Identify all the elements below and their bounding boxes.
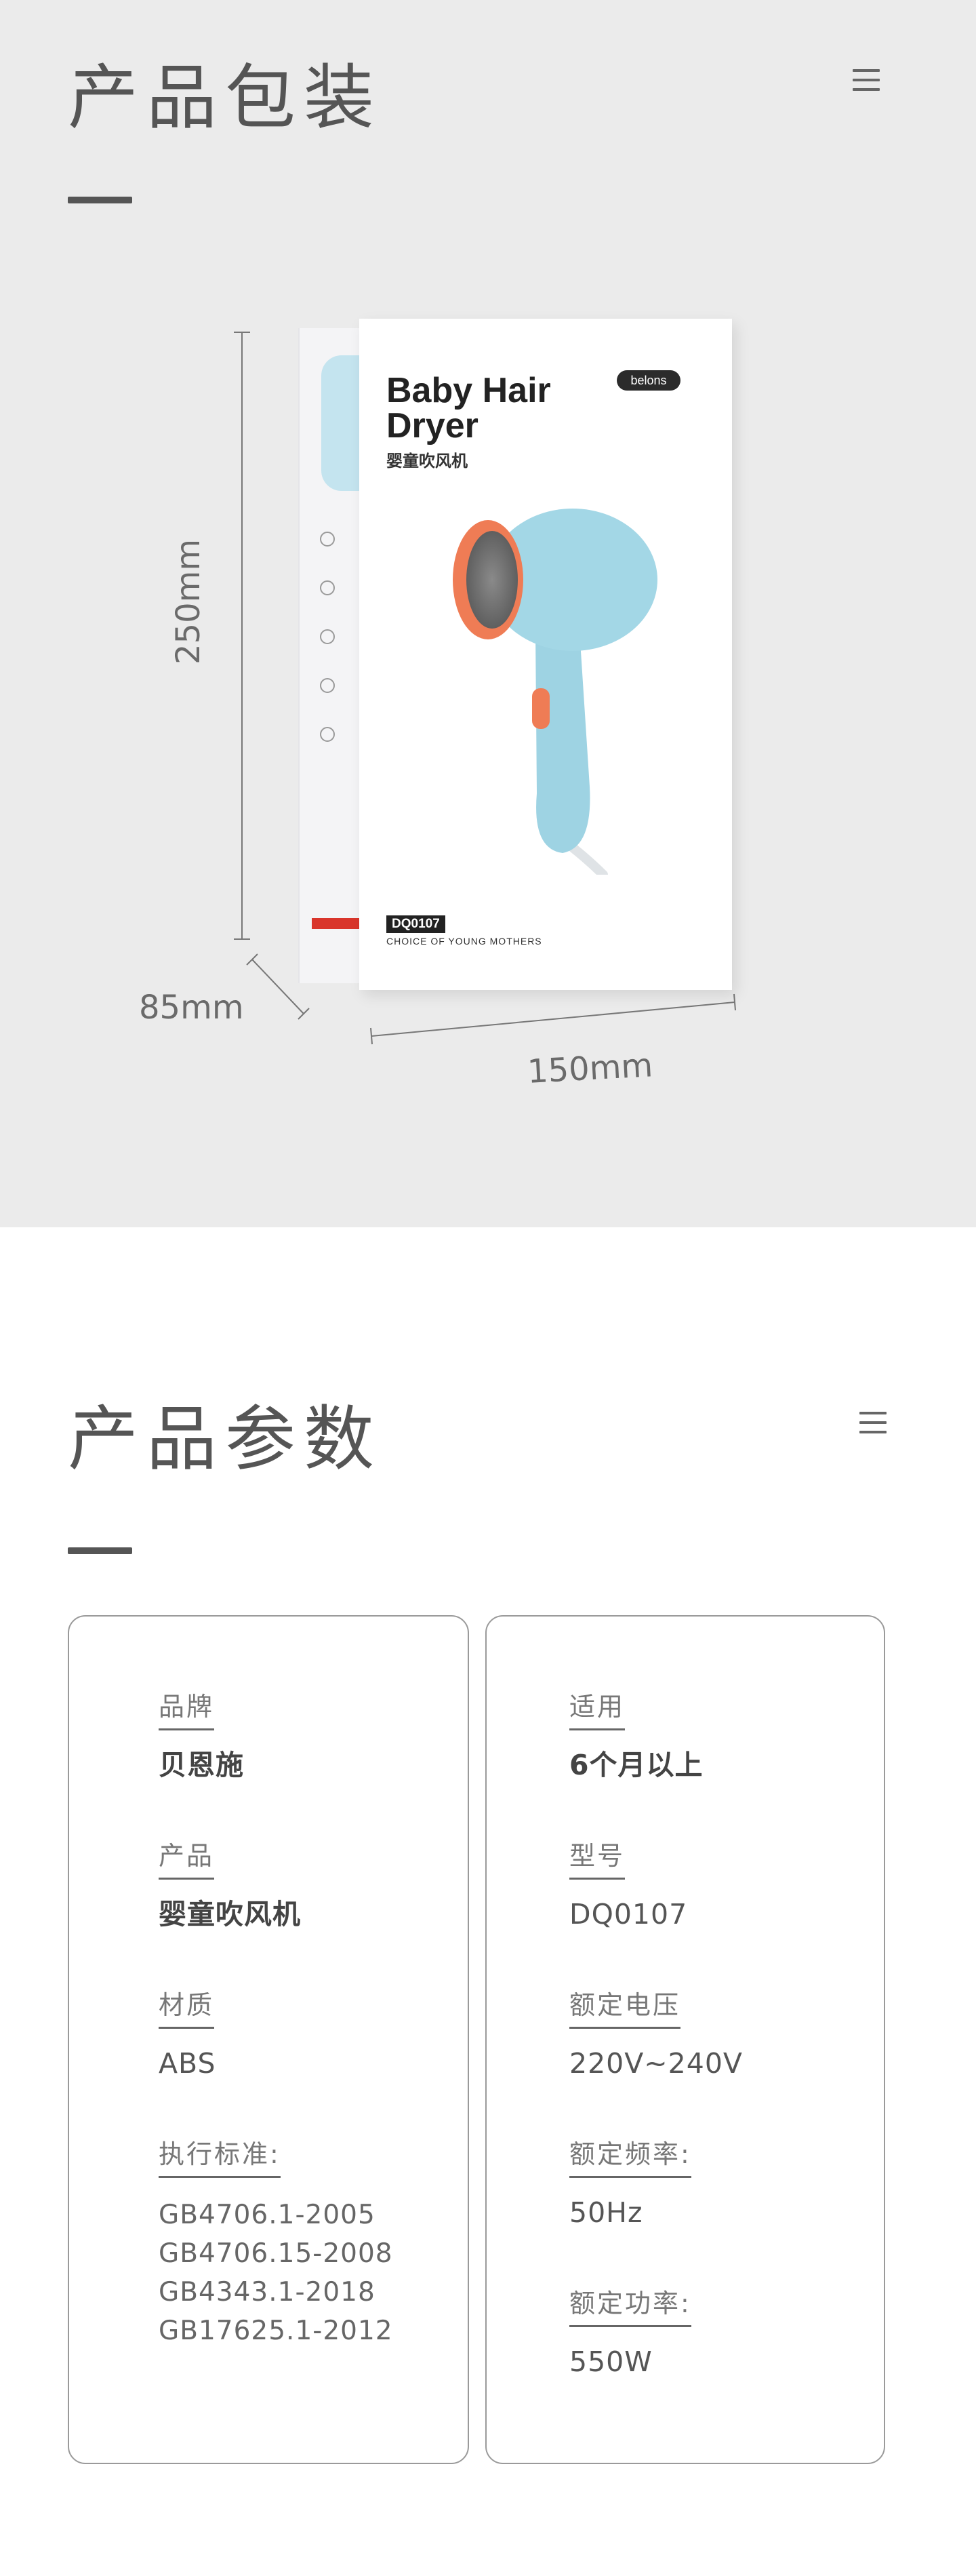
param-brand: 品牌 贝恩施 bbox=[159, 1686, 244, 1785]
box-front-panel: Baby Hair Dryer 婴童吹风机 belons DQ0107 CHOI… bbox=[359, 319, 732, 990]
param-label: 额定电压 bbox=[569, 1984, 681, 2029]
param-label: 适用 bbox=[569, 1686, 626, 1730]
box-side-icons bbox=[313, 532, 354, 776]
param-frequency: 额定频率: 50Hz bbox=[569, 2133, 691, 2232]
dimension-depth: 85mm bbox=[139, 989, 244, 1027]
param-label: 型号 bbox=[569, 1835, 626, 1880]
param-age: 适用 6个月以上 bbox=[569, 1686, 704, 1785]
param-product: 产品 婴童吹风机 bbox=[159, 1835, 301, 1934]
brand-logo: belons bbox=[617, 370, 680, 391]
param-value: 6个月以上 bbox=[569, 1749, 704, 1781]
param-label: 执行标准: bbox=[159, 2133, 281, 2178]
menu-icon[interactable] bbox=[859, 1412, 887, 1436]
param-value: 50Hz bbox=[569, 2196, 643, 2229]
param-model: 型号 DQ0107 bbox=[569, 1835, 687, 1934]
param-value: 550W bbox=[569, 2345, 653, 2378]
param-voltage: 额定电压 220V~240V bbox=[569, 1984, 743, 2083]
standards-list: GB4706.1-2005 GB4706.15-2008 GB4343.1-20… bbox=[159, 2196, 393, 2350]
params-card-left: 品牌 贝恩施 产品 婴童吹风机 材质 ABS 执行标准: GB4706.1-20… bbox=[68, 1615, 469, 2464]
param-material: 材质 ABS bbox=[159, 1984, 216, 2083]
box-title: Baby Hair Dryer bbox=[386, 371, 551, 445]
box-slogan: CHOICE OF YOUNG MOTHERS bbox=[386, 936, 542, 947]
standard-item: GB4343.1-2018 bbox=[159, 2277, 375, 2307]
model-badge: DQ0107 bbox=[386, 915, 445, 933]
parameters-section: 产品参数 品牌 贝恩施 产品 婴童吹风机 材质 ABS 执行标准: GB4706… bbox=[0, 1227, 976, 2576]
param-power: 额定功率: 550W bbox=[569, 2282, 691, 2381]
dimension-width: 150mm bbox=[526, 1046, 654, 1091]
param-value: ABS bbox=[159, 2047, 216, 2080]
product-box-image: Baby Hair Dryer 婴童吹风机 belons DQ0107 CHOI… bbox=[298, 319, 732, 990]
dimension-height: 250mm bbox=[169, 538, 207, 665]
param-label: 品牌 bbox=[159, 1686, 215, 1730]
param-label: 材质 bbox=[159, 1984, 215, 2029]
standard-item: GB17625.1-2012 bbox=[159, 2316, 393, 2346]
param-standards: 执行标准: GB4706.1-2005 GB4706.15-2008 GB434… bbox=[159, 2133, 393, 2350]
packaging-section: 产品包装 250mm 85mm 150mm Baby Hair Dryer 婴童… bbox=[0, 0, 976, 1227]
param-label: 产品 bbox=[159, 1835, 215, 1880]
param-value: 婴童吹风机 bbox=[159, 1898, 301, 1930]
title-underline bbox=[68, 1547, 132, 1554]
param-value: 220V~240V bbox=[569, 2047, 743, 2080]
param-value: 贝恩施 bbox=[159, 1749, 244, 1781]
hair-dryer-illustration bbox=[453, 509, 657, 875]
params-card-right: 适用 6个月以上 型号 DQ0107 额定电压 220V~240V 额定频率: … bbox=[485, 1615, 885, 2464]
param-label: 额定频率: bbox=[569, 2133, 691, 2178]
param-value: DQ0107 bbox=[569, 1898, 688, 1930]
param-label: 额定功率: bbox=[569, 2282, 691, 2327]
standard-item: GB4706.15-2008 bbox=[159, 2238, 393, 2269]
box-subtitle: 婴童吹风机 bbox=[386, 452, 468, 471]
parameters-title: 产品参数 bbox=[68, 1398, 383, 1480]
box-side-panel bbox=[298, 328, 361, 983]
standard-item: GB4706.1-2005 bbox=[159, 2200, 375, 2230]
